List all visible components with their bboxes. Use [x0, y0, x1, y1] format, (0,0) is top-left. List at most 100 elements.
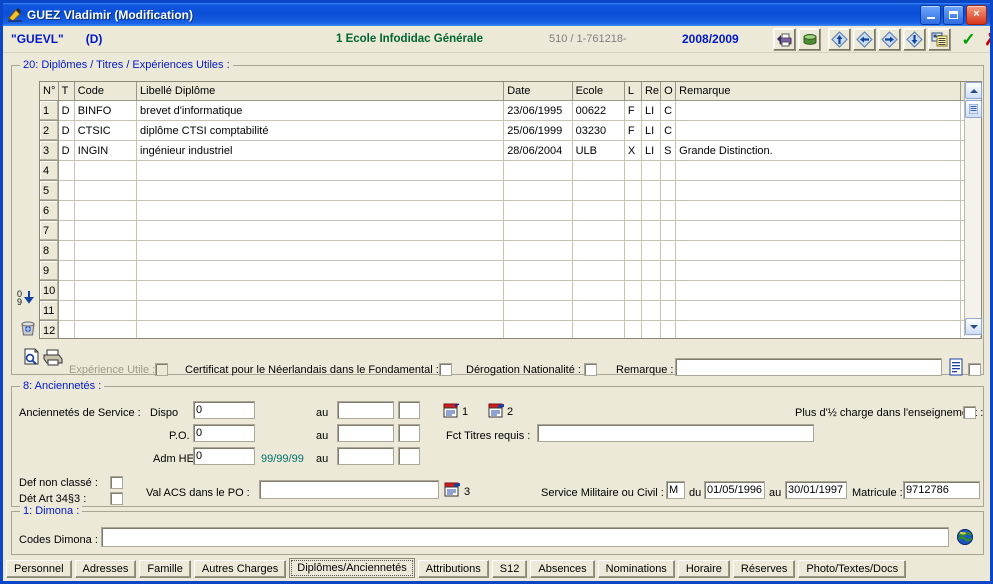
cell-ecole[interactable]: [572, 180, 625, 201]
cell-remarque[interactable]: [675, 120, 961, 141]
cell-remarque[interactable]: [675, 260, 961, 281]
tab-horaire[interactable]: Horaire: [677, 560, 730, 578]
calendar-3-icon[interactable]: [444, 482, 461, 497]
printer-icon[interactable]: [43, 349, 63, 366]
admhe-suffix-input[interactable]: [398, 447, 420, 465]
cell-l[interactable]: [624, 300, 642, 321]
cell-code[interactable]: CTSIC: [74, 120, 138, 141]
cell-ecole[interactable]: [572, 260, 625, 281]
maximize-button[interactable]: [943, 4, 964, 25]
cell-libelle[interactable]: diplôme CTSI comptabilité: [136, 120, 505, 141]
certificat-neerlandais-checkbox[interactable]: [439, 363, 452, 376]
remarque-checkbox[interactable]: [968, 363, 981, 376]
cell-t[interactable]: [58, 200, 75, 221]
cell-date[interactable]: [503, 200, 573, 221]
cell-date[interactable]: [503, 300, 573, 321]
column-header-8[interactable]: O: [660, 82, 677, 101]
cell-libelle[interactable]: [136, 300, 505, 321]
cell-re[interactable]: LI: [641, 140, 662, 161]
cell-re[interactable]: LI: [641, 100, 662, 121]
archive-button[interactable]: [798, 28, 821, 51]
cell-date[interactable]: [503, 240, 573, 261]
cell-libelle[interactable]: brevet d'informatique: [136, 100, 505, 121]
cell-libelle[interactable]: [136, 260, 505, 281]
cell-code[interactable]: [74, 180, 138, 201]
cell-o1[interactable]: [660, 200, 677, 221]
cell-t[interactable]: D: [58, 120, 75, 141]
cell-code[interactable]: [74, 280, 138, 301]
cell-date[interactable]: 28/06/2004: [503, 140, 573, 161]
cell-ecole[interactable]: [572, 280, 625, 301]
cell-l[interactable]: [624, 260, 642, 281]
cell-l[interactable]: [624, 220, 642, 241]
val-acs-input[interactable]: [259, 480, 439, 499]
cell-ecole[interactable]: [572, 220, 625, 241]
fct-titres-input[interactable]: [537, 424, 814, 442]
tab-personnel[interactable]: Personnel: [6, 560, 72, 578]
minimize-button[interactable]: [920, 4, 941, 25]
table-row[interactable]: 7: [40, 220, 981, 241]
matricule-input[interactable]: 9712786: [903, 481, 980, 499]
cell-libelle[interactable]: [136, 280, 505, 301]
service-au-input[interactable]: 30/01/1997: [785, 481, 847, 499]
cell-remarque[interactable]: [675, 280, 961, 301]
tab-autres-charges[interactable]: Autres Charges: [193, 560, 287, 578]
cell-remarque[interactable]: [675, 220, 961, 241]
cell-libelle[interactable]: [136, 240, 505, 261]
plus-charge-checkbox[interactable]: [963, 406, 976, 419]
cell-remarque[interactable]: [675, 180, 961, 201]
globe-icon[interactable]: [956, 528, 974, 546]
cell-t[interactable]: [58, 240, 75, 261]
cell-l[interactable]: [624, 200, 642, 221]
service-militaire-input[interactable]: M: [666, 481, 685, 499]
nav-last-button[interactable]: [903, 28, 926, 51]
tab-s12[interactable]: S12: [491, 560, 528, 578]
cell-remarque[interactable]: [675, 100, 961, 121]
cell-date[interactable]: 23/06/1995: [503, 100, 573, 121]
po-au-input[interactable]: [337, 424, 394, 442]
cell-remarque[interactable]: [675, 200, 961, 221]
tab-dipl-mes-anciennet-s[interactable]: Diplômes/Anciennetés: [289, 558, 415, 578]
cell-ecole[interactable]: [572, 240, 625, 261]
nav-first-button[interactable]: [828, 28, 851, 51]
cell-remarque[interactable]: [675, 240, 961, 261]
table-row[interactable]: 10: [40, 280, 981, 301]
tab-attributions[interactable]: Attributions: [417, 560, 489, 578]
delete-bin-icon[interactable]: [18, 318, 38, 338]
dispo-input[interactable]: 0: [193, 401, 255, 419]
scroll-down-button[interactable]: [965, 318, 982, 335]
cell-l[interactable]: [624, 320, 642, 338]
cell-re[interactable]: [641, 300, 662, 321]
cell-t[interactable]: [58, 280, 75, 301]
cell-remarque[interactable]: [675, 320, 961, 338]
cell-l[interactable]: X: [624, 140, 642, 161]
print-preview-button[interactable]: [773, 28, 796, 51]
cell-date[interactable]: [503, 260, 573, 281]
derogation-nationalite-checkbox[interactable]: [584, 363, 597, 376]
table-row[interactable]: 12: [40, 320, 981, 338]
note-document-icon[interactable]: [949, 358, 964, 376]
cell-ecole[interactable]: 03230: [572, 120, 625, 141]
experience-utile-checkbox[interactable]: [155, 363, 168, 376]
cell-code[interactable]: [74, 160, 138, 181]
cell-o1[interactable]: [660, 280, 677, 301]
tab-absences[interactable]: Absences: [530, 560, 595, 578]
cell-date[interactable]: [503, 320, 573, 338]
cell-t[interactable]: D: [58, 140, 75, 161]
cell-o1[interactable]: S: [660, 140, 677, 161]
tab-nominations[interactable]: Nominations: [597, 560, 675, 578]
cell-ecole[interactable]: [572, 200, 625, 221]
cell-re[interactable]: [641, 240, 662, 261]
cell-code[interactable]: BINFO: [74, 100, 138, 121]
column-header-1[interactable]: T: [58, 82, 75, 101]
cell-libelle[interactable]: [136, 180, 505, 201]
cell-date[interactable]: [503, 160, 573, 181]
cell-remarque[interactable]: [675, 300, 961, 321]
nav-next-button[interactable]: [878, 28, 901, 51]
scroll-up-button[interactable]: [965, 82, 982, 99]
cell-o1[interactable]: [660, 220, 677, 241]
table-row[interactable]: 11: [40, 300, 981, 321]
table-row[interactable]: 4: [40, 160, 981, 181]
service-du-input[interactable]: 01/05/1996: [704, 481, 765, 499]
cell-t[interactable]: [58, 260, 75, 281]
